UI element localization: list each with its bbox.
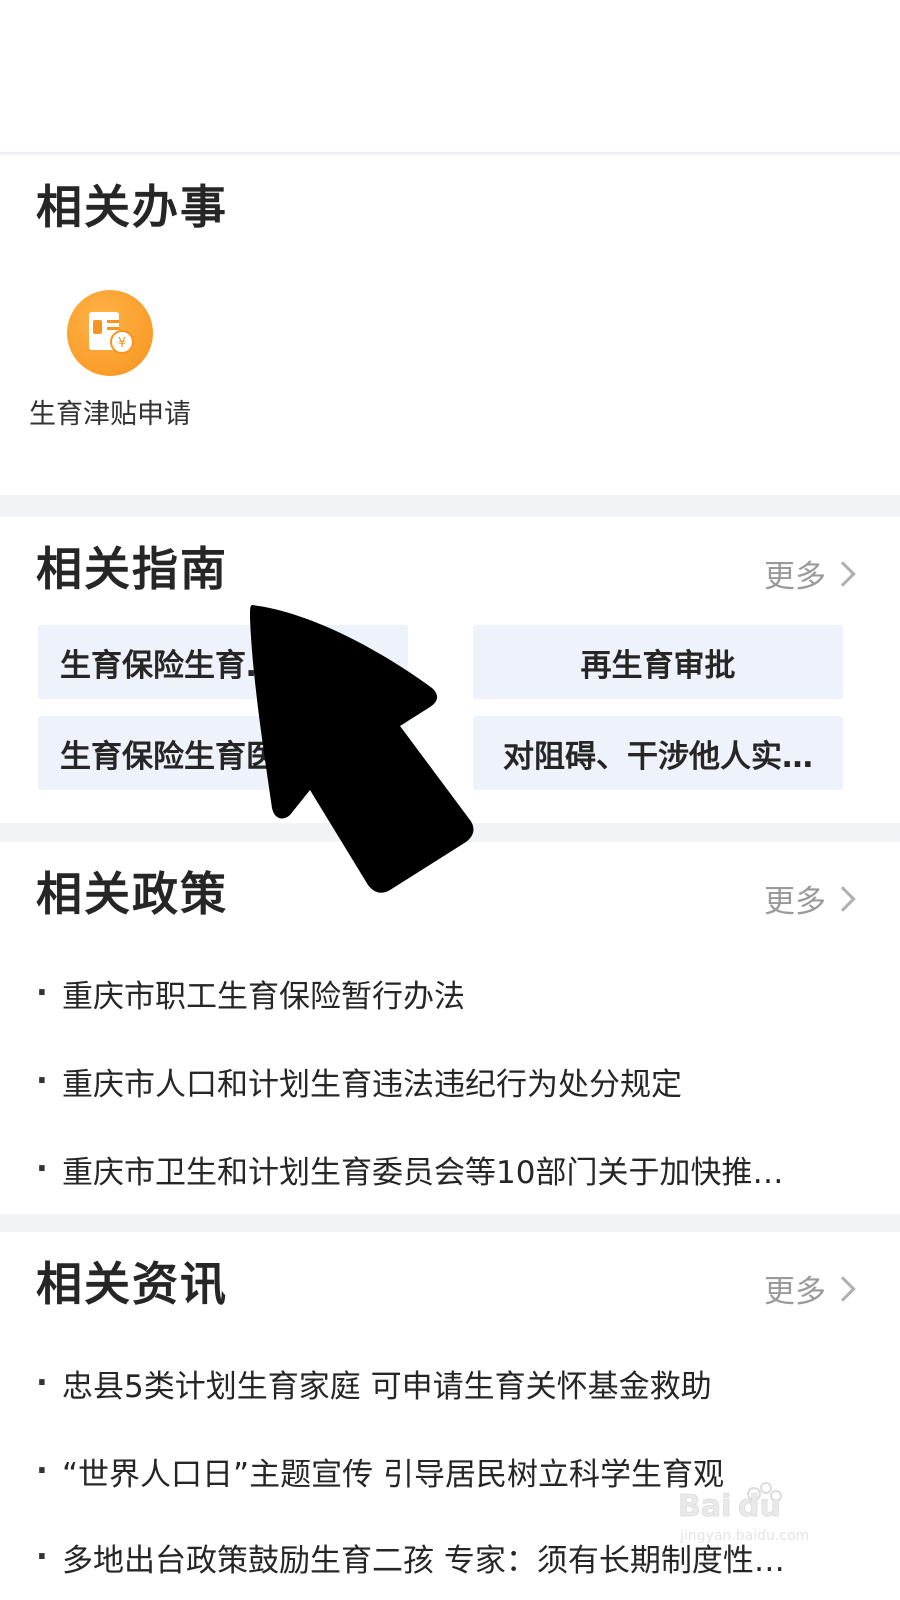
guide-item-label: 生育保险生育… [60,647,277,684]
guide-item[interactable]: 生育保险生育医… [38,716,408,790]
guides-more-link[interactable]: 更多 [764,551,856,596]
related-guides-section: 相关指南 更多 生育保险生育… 再生育审批 生育保险生育医… 对阻碍、干涉他人实… [0,517,900,823]
bullet-icon: · [36,1453,48,1489]
bullet-icon: · [36,1063,48,1099]
news-more-link[interactable]: 更多 [764,1266,856,1311]
list-item-label: 重庆市卫生和计划生育委员会等10部门关于加快推… [62,1154,784,1191]
list-item[interactable]: · 重庆市卫生和计划生育委员会等10部门关于加快推… [36,1144,836,1194]
more-label: 更多 [764,1274,826,1310]
list-item-label: 重庆市人口和计划生育违法违纪行为处分规定 [62,1066,682,1103]
guide-item[interactable]: 再生育审批 [473,625,843,699]
list-item-label: “世界人口日”主题宣传 引导居民树立科学生育观 [62,1456,724,1493]
section-title: 相关办事 [36,180,228,234]
top-blank-area [0,0,900,153]
bullet-icon: · [36,1151,48,1187]
more-label: 更多 [764,884,826,920]
guide-item[interactable]: 生育保险生育… [38,625,408,699]
list-item[interactable]: · 重庆市职工生育保险暂行办法 [36,968,836,1018]
guide-item-label: 再生育审批 [580,647,736,684]
subsidy-card-icon: ¥ [67,290,153,376]
baidu-jingyan-watermark: Bai du jingyan.baidu.com [676,1478,856,1548]
section-title: 相关政策 [36,867,228,921]
svg-text:¥: ¥ [118,336,126,351]
list-item[interactable]: · 忠县5类计划生育家庭 可申请生育关怀基金救助 [36,1358,836,1408]
related-services-section: 相关办事 ¥ 生育津贴申请 [0,155,900,495]
guide-item[interactable]: 对阻碍、干涉他人实… [473,716,843,790]
list-item-label: 忠县5类计划生育家庭 可申请生育关怀基金救助 [62,1368,712,1405]
guide-item-label: 对阻碍、干涉他人实… [503,738,813,775]
svg-text:jingyan.baidu.com: jingyan.baidu.com [679,1528,809,1544]
page: 相关办事 ¥ 生育津贴申请 相关指南 更多 生育保险生育… 再生育审批 生育保险… [0,0,900,1600]
svg-text:du: du [738,1489,781,1524]
list-item-label: 重庆市职工生育保险暂行办法 [62,978,465,1015]
more-label: 更多 [764,559,826,595]
service-item-maternity-subsidy[interactable]: ¥ 生育津贴申请 [24,290,196,431]
bullet-icon: · [36,1539,48,1575]
section-title: 相关指南 [36,542,228,596]
bullet-icon: · [36,1365,48,1401]
bullet-icon: · [36,975,48,1011]
chevron-right-icon [830,885,856,912]
chevron-right-icon [830,1275,856,1302]
guide-item-label: 生育保险生育医… [60,738,308,775]
related-policies-section: 相关政策 更多 · 重庆市职工生育保险暂行办法 · 重庆市人口和计划生育违法违纪… [0,842,900,1214]
chevron-right-icon [830,560,856,587]
list-item[interactable]: · 重庆市人口和计划生育违法违纪行为处分规定 [36,1056,836,1106]
svg-text:Bai: Bai [678,1489,731,1524]
policies-more-link[interactable]: 更多 [764,876,856,921]
service-item-label: 生育津贴申请 [29,399,191,430]
section-title: 相关资讯 [36,1257,228,1311]
